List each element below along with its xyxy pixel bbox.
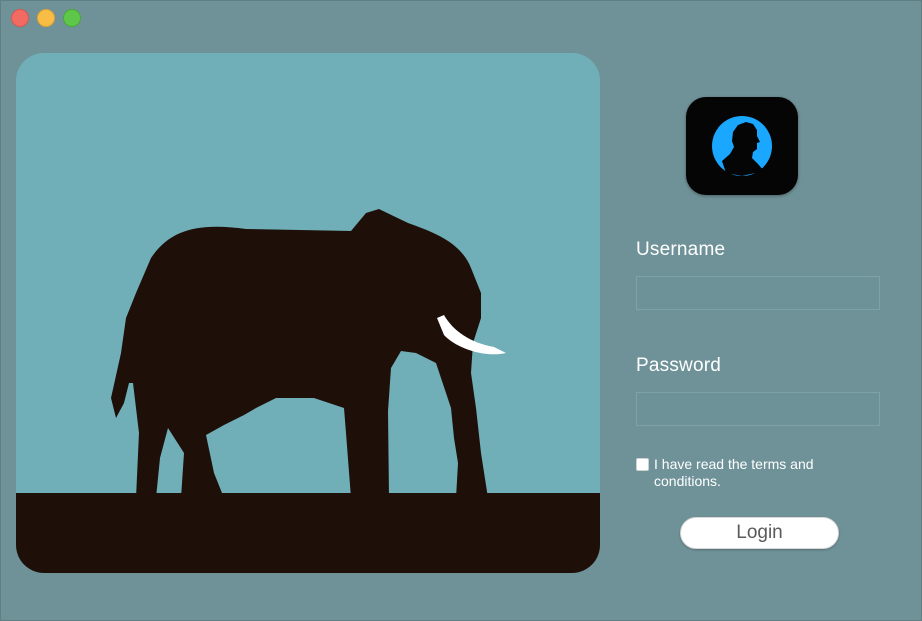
password-input[interactable]	[636, 392, 880, 426]
zoom-window-button[interactable]	[63, 9, 81, 27]
elephant-icon	[16, 53, 600, 573]
close-window-button[interactable]	[11, 9, 29, 27]
terms-row: I have read the terms and conditions.	[636, 456, 866, 490]
login-button[interactable]: Login	[680, 517, 839, 549]
minimize-window-button[interactable]	[37, 9, 55, 27]
terms-checkbox[interactable]	[636, 458, 649, 471]
app-icon	[686, 97, 798, 195]
username-label: Username	[636, 239, 726, 260]
password-label: Password	[636, 355, 722, 376]
username-input[interactable]	[636, 276, 880, 310]
login-window: Username Password I have read the terms …	[0, 0, 922, 621]
user-profile-icon	[712, 116, 772, 176]
window-controls	[11, 9, 81, 27]
terms-label: I have read the terms and conditions.	[654, 456, 814, 489]
hero-illustration	[16, 53, 600, 573]
